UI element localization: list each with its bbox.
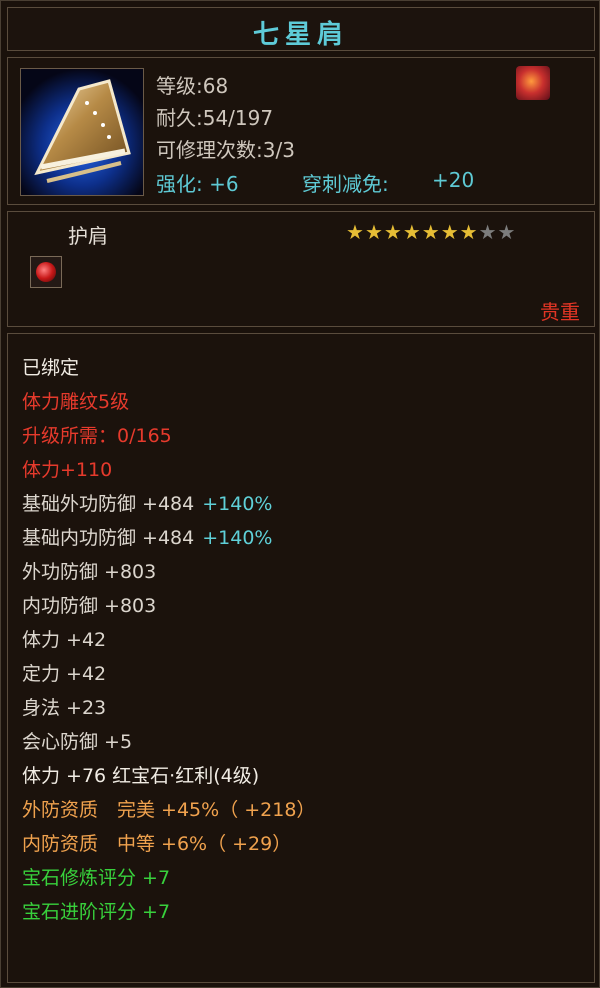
star-icon: ★ bbox=[402, 220, 422, 244]
external-defense: 外功防御 +803 bbox=[22, 561, 157, 583]
base-internal-defense-value: 基础内功防御 +484 bbox=[22, 527, 195, 549]
gem-stat: 体力 +76 红宝石·红利(4级) bbox=[22, 765, 260, 787]
gem-advance-score: 宝石进阶评分 +7 bbox=[22, 901, 171, 923]
level-text: 等级:68 bbox=[156, 74, 229, 98]
upgrade-requirement: 升级所需：0/165 bbox=[22, 425, 172, 447]
stamina-stat: 体力 +42 bbox=[22, 629, 107, 651]
base-external-defense: 基础外功防御 +484 +140% bbox=[22, 492, 272, 516]
item-type-panel: 护肩 ★★★★★★★★★ 贵重 bbox=[7, 211, 595, 327]
base-internal-defense: 基础内功防御 +484 +140% bbox=[22, 526, 272, 550]
pierce-reduction-label: 穿刺减免: bbox=[302, 172, 389, 196]
base-external-defense-value: 基础外功防御 +484 bbox=[22, 493, 195, 515]
external-defense-quality: 外防资质 完美 +45%（ +218） bbox=[22, 799, 316, 821]
agility-stat: 身法 +23 bbox=[22, 697, 107, 719]
star-rating: ★★★★★★★★★ bbox=[346, 220, 516, 244]
star-icon: ★ bbox=[346, 220, 365, 244]
item-info-panel: 等级:68 耐久:54/197 可修理次数:3/3 强化: +6 穿刺减免: +… bbox=[7, 57, 595, 205]
gem-socket-icon bbox=[30, 256, 62, 288]
attributes-panel: 已绑定 体力雕纹5级 升级所需：0/165 体力+110 基础外功防御 +484… bbox=[7, 333, 595, 983]
durability-text: 耐久:54/197 bbox=[156, 106, 274, 130]
star-empty-icon: ★ bbox=[497, 220, 517, 244]
title-bar: 七星肩 bbox=[7, 7, 595, 51]
base-internal-defense-bonus: +140% bbox=[202, 527, 273, 549]
equipment-slot-label: 护肩 bbox=[68, 224, 108, 248]
internal-defense: 内功防御 +803 bbox=[22, 595, 157, 617]
rarity-label: 贵重 bbox=[540, 300, 580, 324]
engraving-bonus: 体力+110 bbox=[22, 459, 113, 481]
base-external-defense-bonus: +140% bbox=[202, 493, 273, 515]
pierce-reduction-value: +20 bbox=[432, 168, 475, 192]
crit-defense-stat: 会心防御 +5 bbox=[22, 731, 133, 753]
enhance-text: 强化: +6 bbox=[156, 172, 239, 196]
star-icon: ★ bbox=[383, 220, 403, 244]
star-icon: ★ bbox=[459, 220, 479, 244]
item-name: 七星肩 bbox=[252, 20, 349, 50]
repair-count-text: 可修理次数:3/3 bbox=[156, 138, 295, 162]
sect-emblem-icon bbox=[516, 66, 550, 100]
bound-status: 已绑定 bbox=[22, 357, 80, 379]
star-empty-icon: ★ bbox=[478, 220, 498, 244]
shoulder-armor-icon bbox=[20, 68, 144, 196]
item-tooltip: 七星肩 等级:68 耐久:54/197 可修理次数:3/3 强化: +6 穿刺减… bbox=[0, 0, 600, 988]
ruby-gem-icon bbox=[36, 262, 56, 282]
star-icon: ★ bbox=[440, 220, 460, 244]
star-icon: ★ bbox=[364, 220, 384, 244]
internal-defense-quality: 内防资质 中等 +6%（ +29） bbox=[22, 833, 292, 855]
gem-refine-score: 宝石修炼评分 +7 bbox=[22, 867, 171, 889]
focus-stat: 定力 +42 bbox=[22, 663, 107, 685]
star-icon: ★ bbox=[421, 220, 441, 244]
engraving-text: 体力雕纹5级 bbox=[22, 391, 130, 413]
